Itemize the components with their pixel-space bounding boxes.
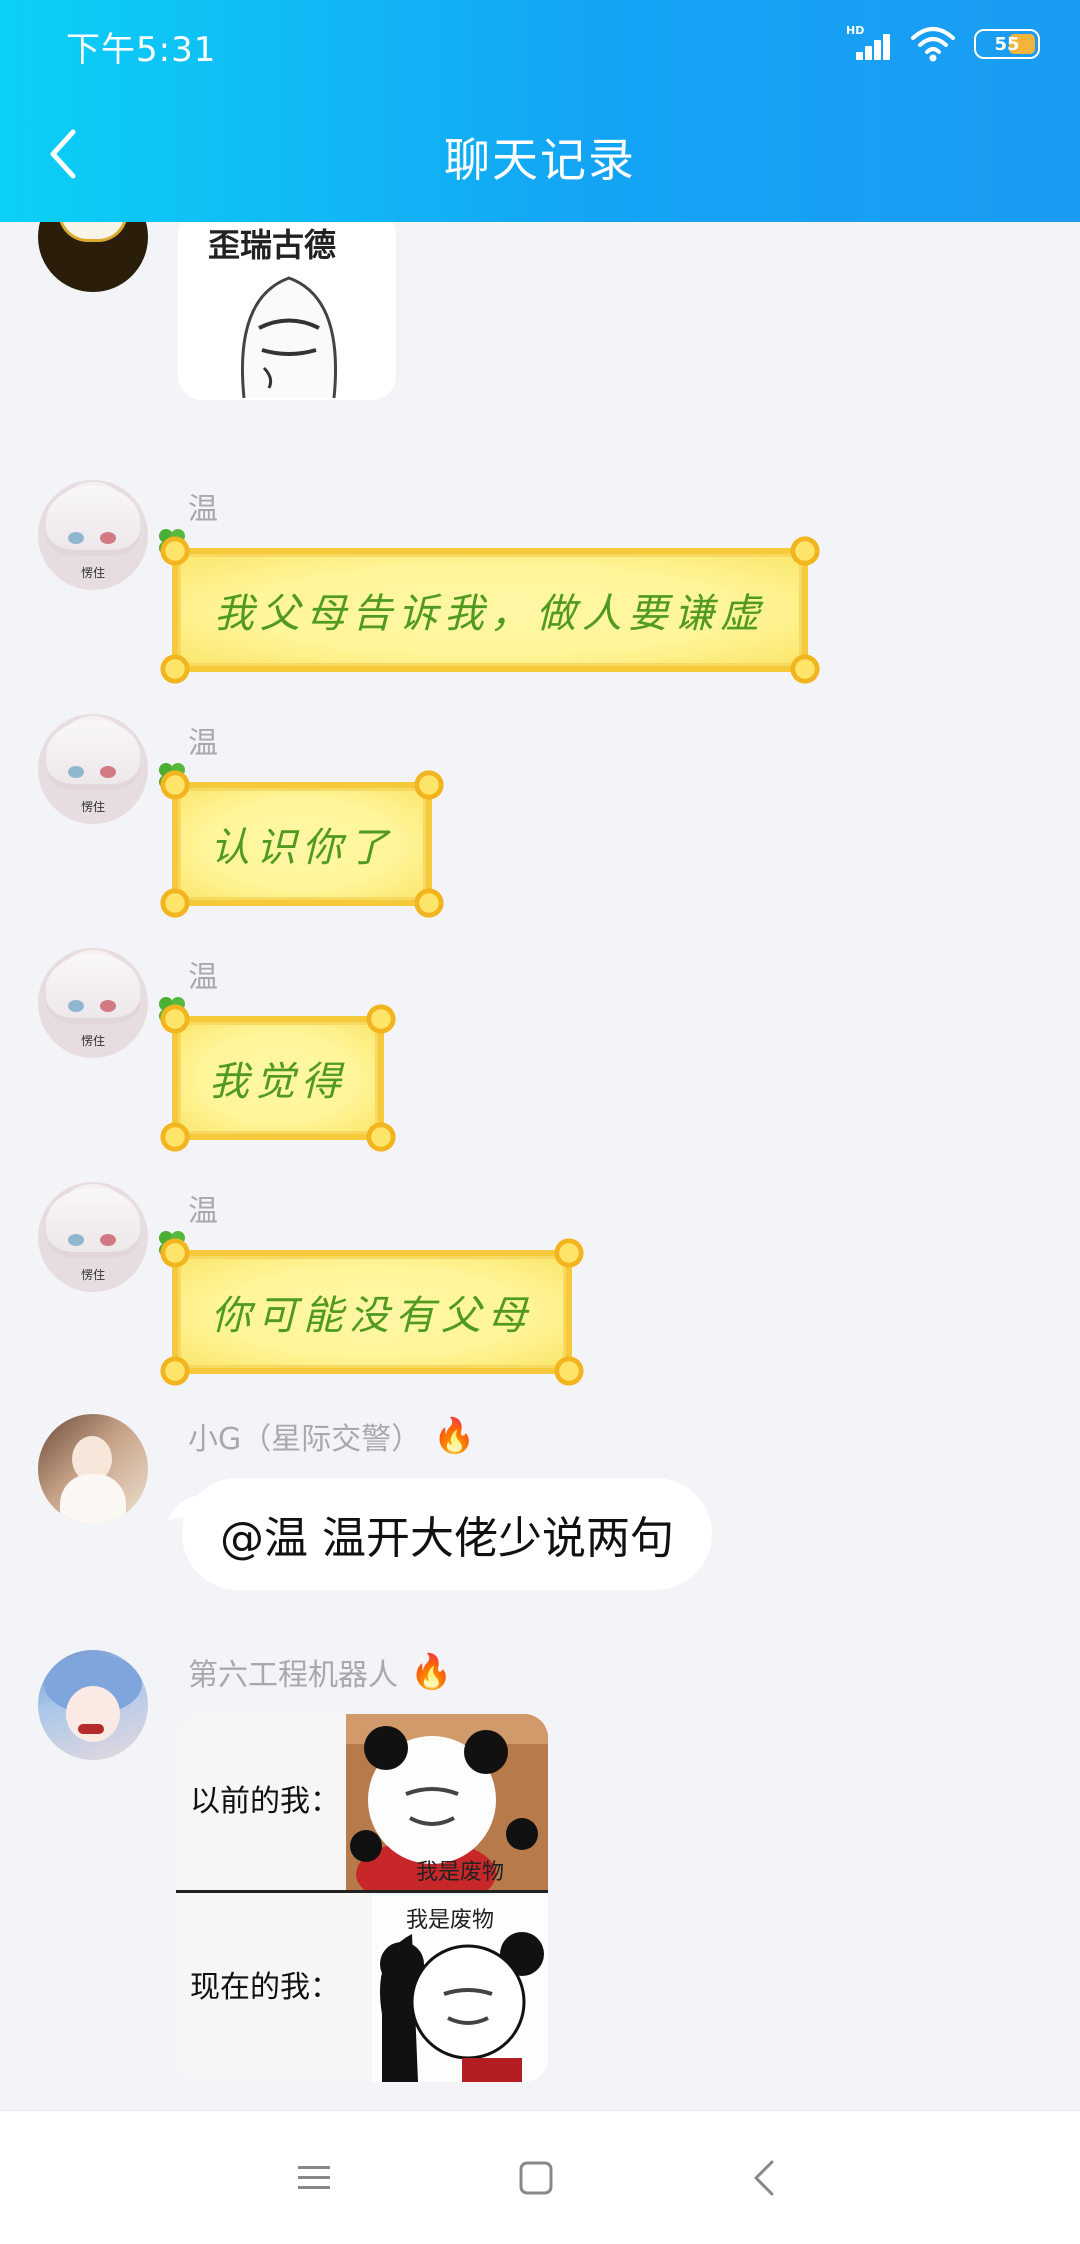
sender-name-text: 温 bbox=[188, 726, 218, 761]
page-title: 聊天记录 bbox=[444, 133, 636, 187]
chat-message: 愣住 温 我父母告诉我，做人要谦虚 bbox=[0, 480, 1080, 686]
status-time: 下午5:31 bbox=[66, 30, 217, 70]
chat-message: 愣住 温 你可能没有父母 bbox=[0, 1182, 1080, 1388]
avatar[interactable]: 愣住 bbox=[38, 480, 148, 590]
avatar-tag: 愣住 bbox=[80, 800, 105, 814]
avatar[interactable]: 愣住 bbox=[38, 1182, 148, 1292]
meme-image[interactable]: 以前的我： 我是废物 我是废物 现在的我： bbox=[176, 1714, 548, 2082]
meme-bottom-label: 现在的我： bbox=[190, 1970, 340, 2005]
sender-name-text: 温 bbox=[188, 492, 218, 527]
chat-message: 愣住 温 认识你了 bbox=[0, 714, 1080, 920]
home-button[interactable] bbox=[506, 2153, 566, 2203]
meme-bottom-caption: 我是废物 bbox=[406, 1908, 495, 1933]
sender-name-text: 第六工程机器人 bbox=[188, 1658, 398, 1693]
message-text: 我父母告诉我，做人要谦虚 bbox=[214, 591, 766, 637]
avatar[interactable] bbox=[38, 1414, 148, 1524]
wifi-icon bbox=[911, 27, 955, 62]
avatar[interactable]: 愣住 bbox=[38, 714, 148, 824]
sender-name-text: 温 bbox=[188, 960, 218, 995]
signal-hd-label: HD bbox=[846, 24, 865, 37]
sender-name: 温 bbox=[188, 1186, 218, 1230]
message-text: 认识你了 bbox=[210, 825, 394, 871]
avatar-tag: 愣住 bbox=[80, 566, 105, 580]
avatar[interactable]: 愣住 bbox=[38, 948, 148, 1058]
meme-top-label: 以前的我： bbox=[190, 1784, 340, 1819]
avatar[interactable] bbox=[38, 222, 148, 292]
sender-name: 温 bbox=[188, 952, 218, 996]
avatar-tag: 愣住 bbox=[80, 1034, 105, 1048]
top-bar: 下午5:31 HD 55 聊天记录 bbox=[0, 0, 1080, 222]
battery-icon: 55 bbox=[974, 29, 1040, 59]
message-text: 你可能没有父母 bbox=[211, 1293, 533, 1339]
message-bubble[interactable]: 认识你了 bbox=[158, 768, 446, 920]
sender-name-text: 温 bbox=[188, 1194, 218, 1229]
status-icons: HD 55 bbox=[846, 24, 1040, 64]
sender-name: 小G（星际交警） 🔥 bbox=[188, 1414, 476, 1458]
message-text: 我觉得 bbox=[209, 1059, 347, 1105]
fire-badge-icon: 🔥 bbox=[410, 1652, 453, 1692]
system-back-button[interactable] bbox=[734, 2153, 794, 2203]
chat-message: 小G（星际交警） 🔥 @温 温开大佬少说两句 bbox=[0, 1414, 1080, 1634]
sender-name-text: 小G（星际交警） bbox=[188, 1422, 422, 1457]
meme-face-icon bbox=[240, 276, 338, 398]
recent-apps-button[interactable] bbox=[284, 2153, 344, 2203]
home-square-icon bbox=[519, 2161, 553, 2195]
sender-name: 第六工程机器人 🔥 bbox=[188, 1650, 452, 1694]
sticker-image[interactable]: 歪瑞古德 bbox=[178, 222, 396, 400]
back-triangle-icon bbox=[754, 2160, 774, 2196]
chat-message: 歪瑞古德 bbox=[0, 222, 1080, 400]
chat-message: 愣住 温 我觉得 bbox=[0, 948, 1080, 1154]
meme-top-caption: 我是废物 bbox=[416, 1860, 505, 1885]
chat-message: 第六工程机器人 🔥 以前的我： 我是废物 我是废物 现在的我： bbox=[0, 1650, 1080, 2110]
battery-level: 55 bbox=[994, 33, 1020, 55]
message-bubble[interactable]: 你可能没有父母 bbox=[158, 1236, 586, 1388]
message-bubble[interactable]: 我父母告诉我，做人要谦虚 bbox=[158, 534, 822, 686]
avatar-tag: 愣住 bbox=[80, 1268, 105, 1282]
sender-name: 温 bbox=[188, 484, 218, 528]
cellular-signal-icon: HD bbox=[846, 24, 892, 64]
message-text: @温 温开大佬少说两句 bbox=[220, 1513, 674, 1564]
avatar[interactable] bbox=[38, 1650, 148, 1760]
chat-history-list[interactable]: 歪瑞古德 愣住 温 我父母告诉我，做人要谦虚 愣住 温 认识你了 愣住 温 我觉… bbox=[0, 222, 1080, 2110]
message-bubble[interactable]: 我觉得 bbox=[158, 1002, 398, 1154]
fire-badge-icon: 🔥 bbox=[433, 1416, 476, 1456]
message-bubble[interactable]: @温 温开大佬少说两句 bbox=[182, 1478, 712, 1590]
menu-icon bbox=[298, 2166, 330, 2189]
system-navigation-bar bbox=[0, 2110, 1080, 2244]
sender-name: 温 bbox=[188, 718, 218, 762]
